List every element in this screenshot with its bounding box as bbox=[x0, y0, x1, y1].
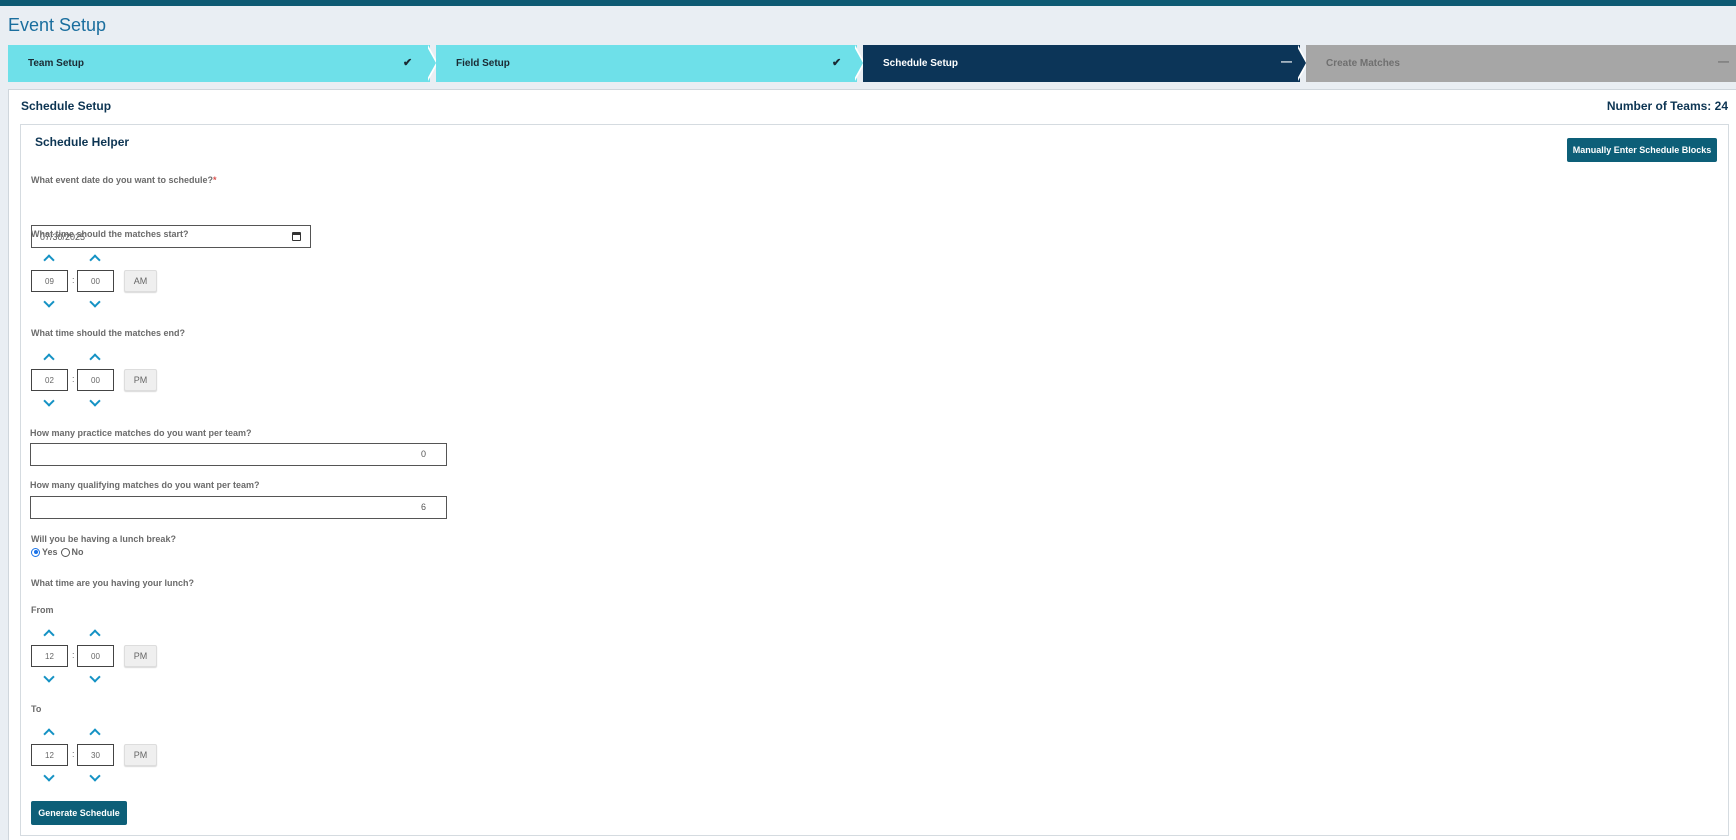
step-label: Team Setup bbox=[28, 58, 84, 69]
time-colon: : bbox=[72, 749, 75, 759]
minus-icon: — bbox=[1718, 56, 1729, 68]
checkmark-icon: ✔ bbox=[403, 57, 413, 69]
lunch-from-minute-field[interactable]: 00 bbox=[77, 645, 114, 667]
time-colon: : bbox=[72, 275, 75, 285]
step-label: Field Setup bbox=[456, 58, 510, 69]
top-accent-bar bbox=[0, 0, 1736, 6]
practice-question: How many practice matches do you want pe… bbox=[30, 428, 252, 438]
lunch-time-question: What time are you having your lunch? bbox=[31, 578, 195, 588]
lunch-yes-radio[interactable] bbox=[31, 547, 40, 557]
checkmark-icon: ✔ bbox=[832, 57, 842, 69]
minute-down-icon[interactable] bbox=[84, 393, 106, 413]
step-team-setup[interactable]: Team Setup ✔ bbox=[8, 45, 430, 82]
step-create-matches[interactable]: Create Matches — bbox=[1306, 45, 1736, 82]
start-time-picker: 09 : 00 AM bbox=[31, 248, 171, 314]
minute-up-icon[interactable] bbox=[84, 248, 106, 268]
end-hour-field[interactable]: 02 bbox=[31, 369, 68, 391]
step-label: Schedule Setup bbox=[883, 58, 959, 69]
wizard-steps: Team Setup ✔ Field Setup ✔ Schedule Setu… bbox=[8, 45, 1736, 82]
generate-schedule-button[interactable]: Generate Schedule bbox=[31, 801, 127, 825]
minute-down-icon[interactable] bbox=[84, 294, 106, 314]
time-colon: : bbox=[72, 374, 75, 384]
schedule-helper-panel: Schedule Helper Manually Enter Schedule … bbox=[20, 124, 1729, 836]
step-separator bbox=[1296, 45, 1306, 81]
step-schedule-setup[interactable]: Schedule Setup — bbox=[863, 45, 1300, 82]
hour-up-icon[interactable] bbox=[38, 248, 60, 268]
page-title: Event Setup bbox=[8, 15, 107, 35]
lunch-from-hour-field[interactable]: 12 bbox=[31, 645, 68, 667]
end-meridiem-toggle[interactable]: PM bbox=[124, 369, 157, 391]
start-minute-field[interactable]: 00 bbox=[77, 270, 114, 292]
card-title: Schedule Setup bbox=[21, 99, 112, 113]
hour-down-icon[interactable] bbox=[38, 294, 60, 314]
date-question-text: What event date do you want to schedule? bbox=[31, 175, 214, 185]
from-label: From bbox=[31, 605, 54, 615]
hour-up-icon[interactable] bbox=[38, 722, 60, 742]
hour-down-icon[interactable] bbox=[38, 768, 60, 788]
minute-up-icon[interactable] bbox=[84, 722, 106, 742]
step-label: Create Matches bbox=[1326, 58, 1400, 69]
end-time-picker: 02 : 00 PM bbox=[31, 347, 171, 413]
lunch-radio-group: Yes No bbox=[31, 547, 84, 557]
lunch-no-label: No bbox=[71, 547, 84, 557]
start-hour-field[interactable]: 09 bbox=[31, 270, 68, 292]
team-count: Number of Teams: 24 bbox=[1606, 99, 1728, 113]
to-label: To bbox=[31, 704, 42, 714]
qualifying-matches-input[interactable]: 6 bbox=[30, 496, 447, 519]
step-separator bbox=[426, 45, 436, 81]
minute-down-icon[interactable] bbox=[84, 768, 106, 788]
lunch-no-radio[interactable] bbox=[60, 547, 70, 557]
lunch-from-meridiem-toggle[interactable]: PM bbox=[124, 645, 157, 667]
time-colon: : bbox=[72, 650, 75, 660]
end-minute-field[interactable]: 00 bbox=[77, 369, 114, 391]
minute-up-icon[interactable] bbox=[84, 347, 106, 367]
step-separator bbox=[853, 45, 863, 81]
start-meridiem-toggle[interactable]: AM bbox=[124, 270, 157, 292]
lunch-yes-label: Yes bbox=[42, 547, 58, 557]
manual-schedule-blocks-button[interactable]: Manually Enter Schedule Blocks bbox=[1567, 138, 1717, 162]
required-marker: * bbox=[213, 175, 217, 185]
practice-matches-input[interactable]: 0 bbox=[30, 443, 447, 466]
minute-down-icon[interactable] bbox=[84, 669, 106, 689]
date-question: What event date do you want to schedule?… bbox=[31, 175, 217, 185]
minute-up-icon[interactable] bbox=[84, 623, 106, 643]
start-time-question: What time should the matches start? bbox=[31, 229, 189, 239]
calendar-icon[interactable] bbox=[292, 232, 301, 241]
step-field-setup[interactable]: Field Setup ✔ bbox=[436, 45, 857, 82]
lunch-to-meridiem-toggle[interactable]: PM bbox=[124, 744, 157, 766]
qualifying-question: How many qualifying matches do you want … bbox=[30, 480, 260, 490]
end-time-question: What time should the matches end? bbox=[31, 328, 186, 338]
hour-up-icon[interactable] bbox=[38, 347, 60, 367]
hour-down-icon[interactable] bbox=[38, 393, 60, 413]
lunch-from-picker: 12 : 00 PM bbox=[31, 623, 171, 689]
lunch-to-minute-field[interactable]: 30 bbox=[77, 744, 114, 766]
schedule-setup-card: Schedule Setup Number of Teams: 24 Sched… bbox=[8, 89, 1736, 840]
lunch-question: Will you be having a lunch break? bbox=[31, 534, 176, 544]
lunch-to-hour-field[interactable]: 12 bbox=[31, 744, 68, 766]
schedule-helper-title: Schedule Helper bbox=[35, 135, 130, 149]
hour-down-icon[interactable] bbox=[38, 669, 60, 689]
hour-up-icon[interactable] bbox=[38, 623, 60, 643]
minus-icon: — bbox=[1281, 56, 1292, 68]
lunch-to-picker: 12 : 30 PM bbox=[31, 722, 171, 788]
